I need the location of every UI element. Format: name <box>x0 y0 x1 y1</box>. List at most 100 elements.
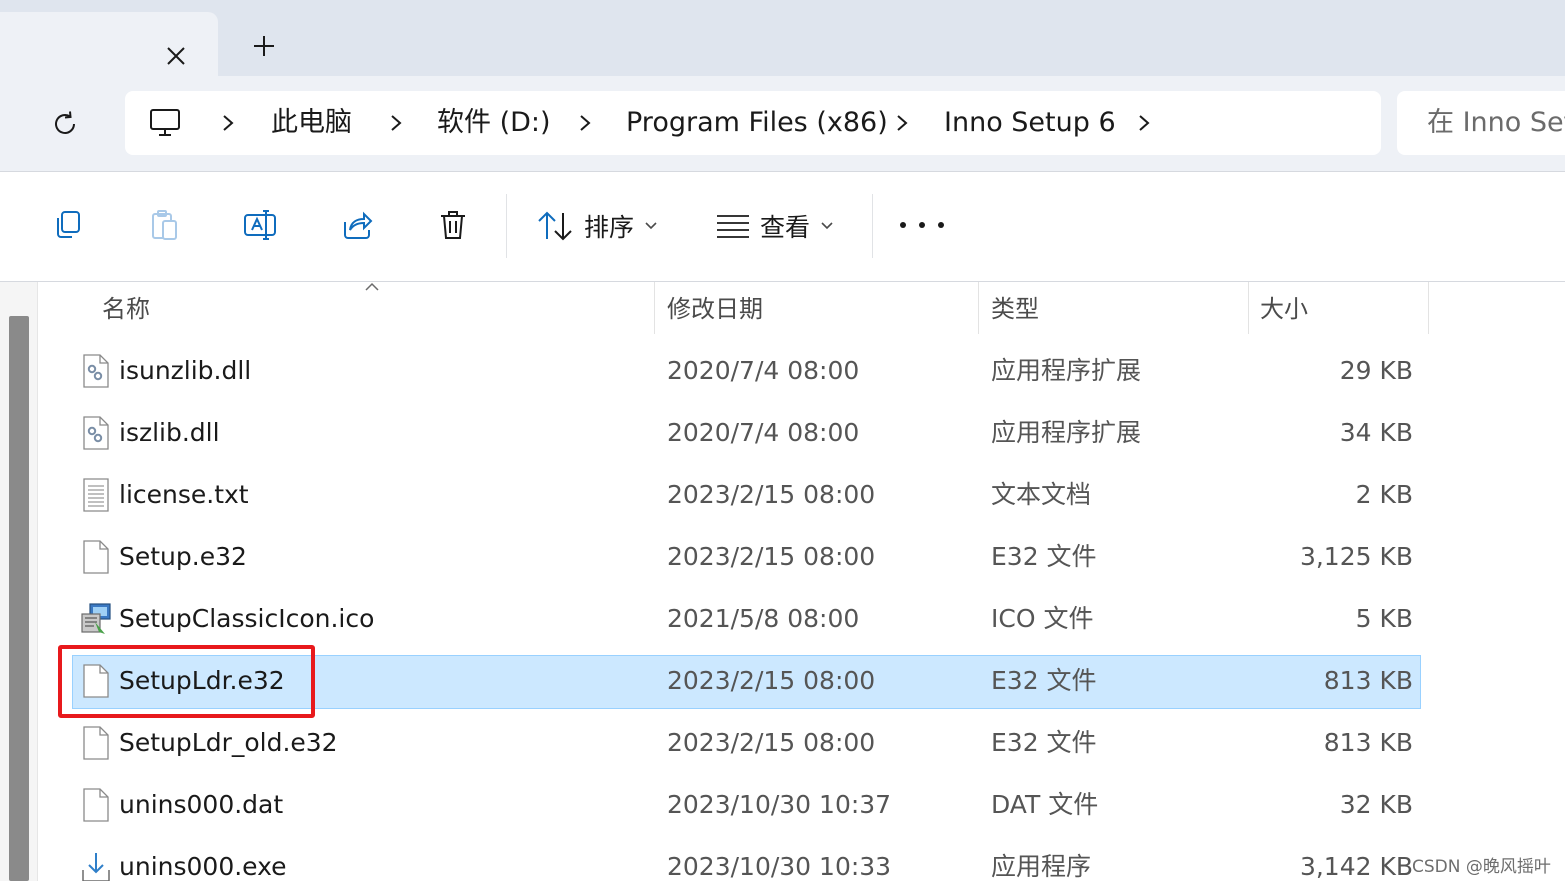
file-type: ICO 文件 <box>991 604 1094 633</box>
file-size: 3,125 KB <box>1299 542 1413 571</box>
paste-icon <box>152 210 177 240</box>
navigation-pane-scrollbar[interactable] <box>0 282 38 881</box>
watermark-text: CSDN @晚风摇叶 <box>1412 857 1551 877</box>
breadcrumb-program-files[interactable]: Program Files (x86) <box>626 91 888 155</box>
refresh-button[interactable] <box>44 103 86 145</box>
view-menu-button[interactable]: 查看 <box>716 200 834 252</box>
file-type: E32 文件 <box>991 728 1097 757</box>
copy-button[interactable] <box>48 205 88 245</box>
file-row[interactable]: SetupLdr_old.e32 2023/2/15 08:00 E32 文件 … <box>38 712 1565 774</box>
toolbar-divider <box>872 194 873 258</box>
column-header-type[interactable]: 类型 <box>991 282 1039 340</box>
column-divider[interactable] <box>978 282 979 334</box>
trash-icon <box>441 211 465 239</box>
rename-icon <box>244 210 276 240</box>
file-type: E32 文件 <box>991 666 1097 695</box>
column-divider[interactable] <box>654 282 655 334</box>
file-type: 应用程序扩展 <box>991 356 1142 385</box>
file-type: DAT 文件 <box>991 790 1099 819</box>
search-box[interactable]: 在 Inno Set <box>1397 91 1565 155</box>
column-header-name[interactable]: 名称 <box>102 282 150 340</box>
file-date: 2023/10/30 10:33 <box>667 852 892 881</box>
chevron-down-icon <box>645 222 657 230</box>
file-name[interactable]: license.txt <box>119 464 249 526</box>
file-row[interactable]: Setup.e32 2023/2/15 08:00 E32 文件 3,125 K… <box>38 526 1565 588</box>
list-view-icon <box>717 215 749 238</box>
file-size: 5 KB <box>1355 604 1413 633</box>
file-date: 2023/2/15 08:00 <box>667 666 876 695</box>
breadcrumb-inno-setup[interactable]: Inno Setup 6 <box>944 91 1116 155</box>
file-type: 文本文档 <box>991 480 1092 509</box>
file-row[interactable]: unins000.dat 2023/10/30 10:37 DAT 文件 32 … <box>38 774 1565 836</box>
file-date: 2020/7/4 08:00 <box>667 356 860 385</box>
close-tab-button[interactable] <box>158 38 194 74</box>
this-pc-icon[interactable] <box>147 105 183 141</box>
command-bar: 排序 查看 <box>0 172 1565 282</box>
file-name[interactable]: Setup.e32 <box>119 526 247 588</box>
toolbar-divider <box>506 194 507 258</box>
view-label: 查看 <box>760 213 811 242</box>
file-row[interactable]: SetupClassicIcon.ico 2021/5/8 08:00 ICO … <box>38 588 1565 650</box>
breadcrumb-this-pc[interactable]: 此电脑 <box>271 91 352 155</box>
column-header-date[interactable]: 修改日期 <box>667 282 763 340</box>
file-name[interactable]: unins000.dat <box>119 774 283 836</box>
address-bar[interactable]: 此电脑 软件 (D:) Program Files (x86) Inno Set… <box>125 91 1381 155</box>
delete-button[interactable] <box>433 205 473 245</box>
blank-file-icon <box>83 726 109 760</box>
blank-file-icon <box>83 788 109 822</box>
more-dot-icon <box>919 222 925 228</box>
file-date: 2020/7/4 08:00 <box>667 418 860 447</box>
sort-menu-button[interactable]: 排序 <box>536 200 658 252</box>
text-file-icon <box>83 478 109 512</box>
file-date: 2023/2/15 08:00 <box>667 542 876 571</box>
sort-caret-up-icon <box>365 282 379 291</box>
share-button[interactable] <box>337 205 377 245</box>
column-divider[interactable] <box>1248 282 1249 334</box>
close-icon <box>167 47 185 65</box>
more-dot-icon <box>938 222 944 228</box>
file-type: 应用程序扩展 <box>991 418 1142 447</box>
file-row[interactable]: isunzlib.dll 2020/7/4 08:00 应用程序扩展 29 KB <box>38 340 1565 402</box>
chevron-right-icon[interactable] <box>386 113 406 133</box>
chevron-down-icon <box>821 222 833 230</box>
new-tab-button[interactable] <box>244 26 284 66</box>
chevron-right-icon[interactable] <box>892 113 912 133</box>
file-size: 32 KB <box>1339 790 1413 819</box>
active-tab[interactable] <box>0 12 218 76</box>
file-name[interactable]: SetupClassicIcon.ico <box>119 588 374 650</box>
scrollbar-thumb[interactable] <box>9 316 29 881</box>
breadcrumb-drive-d[interactable]: 软件 (D:) <box>437 91 551 155</box>
chevron-right-icon[interactable] <box>1134 113 1154 133</box>
installer-file-icon <box>82 853 110 881</box>
file-type: 应用程序 <box>991 852 1092 881</box>
column-header-size[interactable]: 大小 <box>1260 282 1308 340</box>
chevron-right-icon[interactable] <box>218 113 238 133</box>
dll-file-icon <box>83 416 109 450</box>
column-divider[interactable] <box>1428 282 1429 334</box>
chevron-right-icon[interactable] <box>575 113 595 133</box>
sort-label: 排序 <box>584 213 635 242</box>
annotation-highlight-box <box>58 645 315 718</box>
file-row[interactable]: unins000.exe 2023/10/30 10:33 应用程序 3,142… <box>38 836 1565 881</box>
paste-button[interactable] <box>144 205 184 245</box>
search-placeholder: 在 Inno Set <box>1427 107 1565 138</box>
blank-file-icon <box>83 540 109 574</box>
more-options-button[interactable] <box>900 210 944 240</box>
share-icon <box>344 211 373 239</box>
file-name[interactable]: unins000.exe <box>119 836 287 881</box>
file-date: 2023/2/15 08:00 <box>667 728 876 757</box>
file-size: 29 KB <box>1339 356 1413 385</box>
file-row[interactable]: license.txt 2023/2/15 08:00 文本文档 2 KB <box>38 464 1565 526</box>
file-date: 2023/2/15 08:00 <box>667 480 876 509</box>
sort-arrows-icon <box>538 211 572 241</box>
file-name[interactable]: iszlib.dll <box>119 402 220 464</box>
navigation-bar: 此电脑 软件 (D:) Program Files (x86) Inno Set… <box>0 76 1565 172</box>
dll-file-icon <box>83 354 109 388</box>
rename-button[interactable] <box>240 205 280 245</box>
ico-file-icon <box>81 603 111 634</box>
file-row[interactable]: iszlib.dll 2020/7/4 08:00 应用程序扩展 34 KB <box>38 402 1565 464</box>
file-name[interactable]: SetupLdr_old.e32 <box>119 712 338 774</box>
file-size: 34 KB <box>1339 418 1413 447</box>
refresh-icon <box>55 111 75 134</box>
file-name[interactable]: isunzlib.dll <box>119 340 251 402</box>
